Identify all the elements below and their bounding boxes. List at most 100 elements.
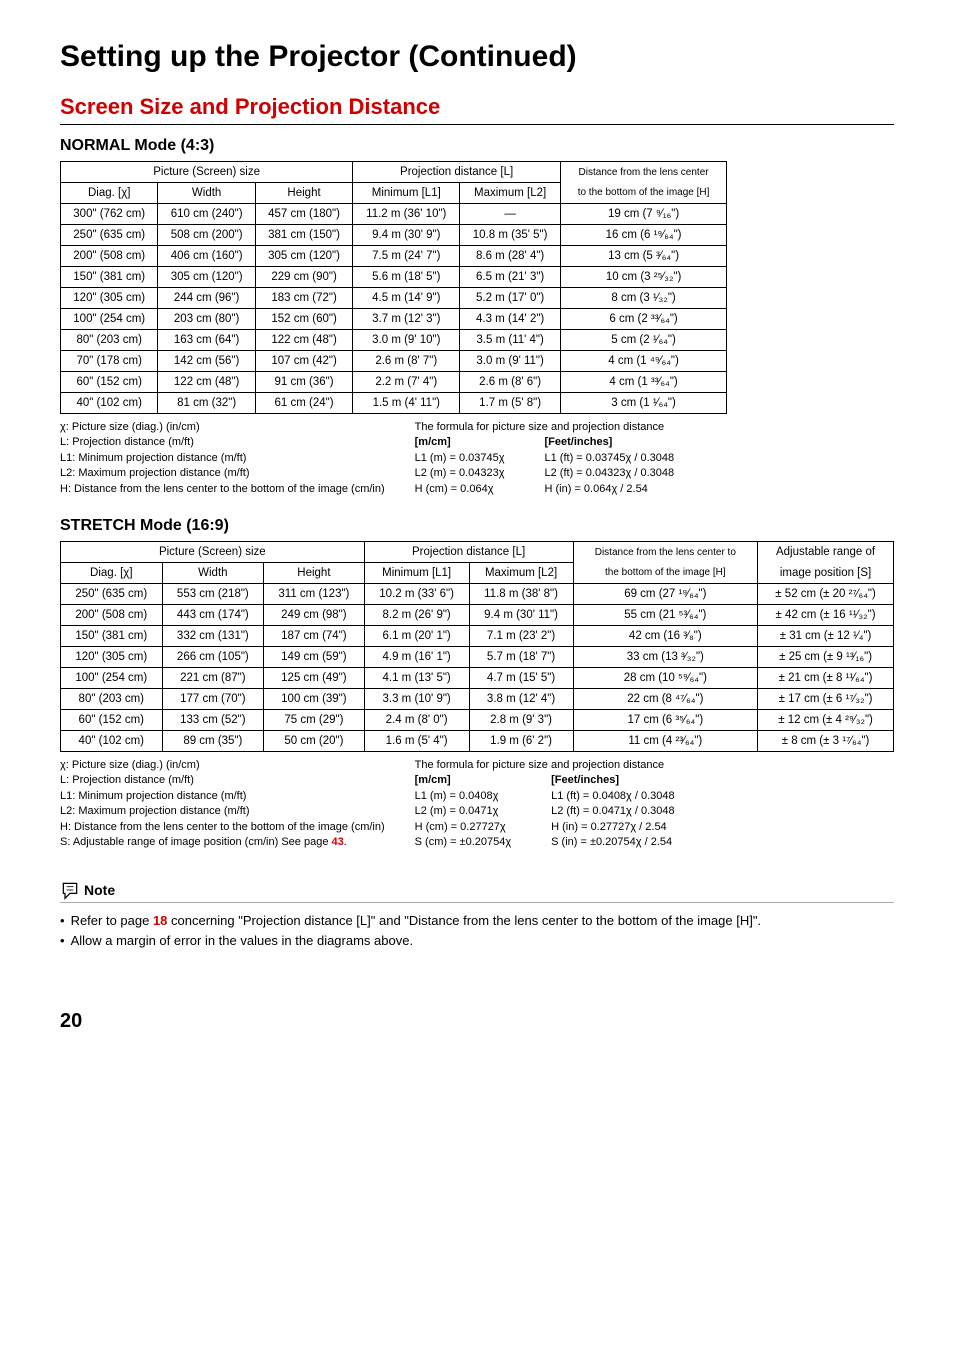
th2-diag: Diag. [χ]	[61, 562, 163, 583]
table-cell: 125 cm (49")	[264, 667, 365, 688]
legend-line: L1 (m) = 0.0408χ	[415, 789, 512, 804]
bullet-icon: •	[60, 931, 65, 951]
table-cell: 3 cm (1 ¹⁄₆₄")	[560, 393, 726, 414]
table-cell: 22 cm (8 ⁴⁷⁄₆₄")	[573, 688, 758, 709]
table-cell: 100" (254 cm)	[61, 309, 158, 330]
table-cell: ± 31 cm (± 12 ¹⁄₄")	[758, 625, 894, 646]
table-row: 200" (508 cm)443 cm (174")249 cm (98")8.…	[61, 604, 894, 625]
table-cell: 1.5 m (4' 11")	[353, 393, 460, 414]
table-cell: 4.3 m (14' 2")	[460, 309, 561, 330]
table-cell: 80" (203 cm)	[61, 330, 158, 351]
table-cell: 5.6 m (18' 5")	[353, 267, 460, 288]
legend-line: L: Projection distance (m/ft)	[60, 435, 385, 450]
table-cell: 443 cm (174")	[162, 604, 264, 625]
note-line2: Allow a margin of error in the values in…	[71, 931, 414, 951]
table-cell: 163 cm (64")	[158, 330, 255, 351]
table-cell: 17 cm (6 ³⁵⁄₆₄")	[573, 709, 758, 730]
table-cell: 33 cm (13 ³⁄₃₂")	[573, 646, 758, 667]
table-cell: 6 cm (2 ³³⁄₆₄")	[560, 309, 726, 330]
table-cell: 305 cm (120")	[158, 267, 255, 288]
table-row: 40" (102 cm)81 cm (32")61 cm (24")1.5 m …	[61, 393, 727, 414]
table-cell: 60" (152 cm)	[61, 709, 163, 730]
th-width: Width	[158, 183, 255, 204]
table-cell: 50 cm (20")	[264, 730, 365, 751]
table-cell: ± 12 cm (± 4 ²⁹⁄₃₂")	[758, 709, 894, 730]
table-cell: 70" (178 cm)	[61, 351, 158, 372]
table-cell: 8 cm (3 ¹⁄₃₂")	[560, 288, 726, 309]
table-cell: 100" (254 cm)	[61, 667, 163, 688]
table-cell: 5.2 m (17' 0")	[460, 288, 561, 309]
mode2-heading: STRETCH Mode (16:9)	[60, 517, 894, 535]
table-cell: 332 cm (131")	[162, 625, 264, 646]
legend-line: L: Projection distance (m/ft)	[60, 773, 385, 788]
legend-line: L1 (ft) = 0.03745χ / 0.3048	[545, 451, 675, 466]
table-cell: 266 cm (105")	[162, 646, 264, 667]
table-cell: 3.0 m (9' 10")	[353, 330, 460, 351]
table-cell: 11 cm (4 ²³⁄₆₄")	[573, 730, 758, 751]
legend-line: H: Distance from the lens center to the …	[60, 482, 385, 497]
bullet-icon: •	[60, 911, 65, 931]
legend-line: χ: Picture size (diag.) (in/cm)	[60, 758, 385, 773]
table-cell: 2.8 m (9' 3")	[469, 709, 573, 730]
table-cell: 150" (381 cm)	[61, 267, 158, 288]
th-bottom: to the bottom of the image [H]	[560, 183, 726, 204]
table-cell: 250" (635 cm)	[61, 225, 158, 246]
legend1: χ: Picture size (diag.) (in/cm)L: Projec…	[60, 420, 894, 497]
table-cell: 9.4 m (30' 9")	[353, 225, 460, 246]
legend-line: L1 (m) = 0.03745χ	[415, 451, 505, 466]
legend-line: S (cm) = ±0.20754χ	[415, 835, 512, 850]
th2-dist: Distance from the lens center to	[573, 541, 758, 562]
table-cell: 5.7 m (18' 7")	[469, 646, 573, 667]
table-cell: 4.9 m (16' 1")	[364, 646, 469, 667]
table-cell: 203 cm (80")	[158, 309, 255, 330]
note-line1: Refer to page 18 concerning "Projection …	[71, 911, 762, 931]
note-header: Note	[60, 880, 894, 900]
table-cell: 1.6 m (5' 4")	[364, 730, 469, 751]
table-cell: 305 cm (120")	[255, 246, 352, 267]
table-cell: 200" (508 cm)	[61, 604, 163, 625]
table-cell: 508 cm (200")	[158, 225, 255, 246]
th2-proj: Projection distance [L]	[364, 541, 573, 562]
table-cell: 142 cm (56")	[158, 351, 255, 372]
table-cell: 2.4 m (8' 0")	[364, 709, 469, 730]
table-cell: 2.6 m (8' 6")	[460, 372, 561, 393]
table-row: 250" (635 cm)553 cm (218")311 cm (123")1…	[61, 583, 894, 604]
table-cell: 150" (381 cm)	[61, 625, 163, 646]
legend-line: L2 (m) = 0.04323χ	[415, 466, 505, 481]
table-cell: 4.7 m (15' 5")	[469, 667, 573, 688]
table-cell: 311 cm (123")	[264, 583, 365, 604]
table-cell: 187 cm (74")	[264, 625, 365, 646]
legend-line: H (cm) = 0.27727χ	[415, 820, 512, 835]
legend-line: L1: Minimum projection distance (m/ft)	[60, 451, 385, 466]
table-row: 120" (305 cm)266 cm (105")149 cm (59")4.…	[61, 646, 894, 667]
table-cell: 1.9 m (6' 2")	[469, 730, 573, 751]
table-cell: 381 cm (150")	[255, 225, 352, 246]
table-cell: 10.2 m (33' 6")	[364, 583, 469, 604]
table-cell: 2.6 m (8' 7")	[353, 351, 460, 372]
legend-line: S: Adjustable range of image position (c…	[60, 835, 385, 850]
page-title: Setting up the Projector (Continued)	[60, 40, 894, 74]
table-cell: 406 cm (160")	[158, 246, 255, 267]
table-cell: 16 cm (6 ¹⁹⁄₆₄")	[560, 225, 726, 246]
table-row: 150" (381 cm)305 cm (120")229 cm (90")5.…	[61, 267, 727, 288]
table-cell: 457 cm (180")	[255, 204, 352, 225]
table-cell: 3.7 m (12' 3")	[353, 309, 460, 330]
th2-imgpos: image position [S]	[758, 562, 894, 583]
table-cell: 10 cm (3 ²⁵⁄₃₂")	[560, 267, 726, 288]
legend-line: H (in) = 0.064χ / 2.54	[545, 482, 675, 497]
table-cell: 120" (305 cm)	[61, 646, 163, 667]
table-cell: 229 cm (90")	[255, 267, 352, 288]
page-link-43[interactable]: 43	[332, 836, 344, 848]
table-row: 70" (178 cm)142 cm (56")107 cm (42")2.6 …	[61, 351, 727, 372]
table-cell: 122 cm (48")	[158, 372, 255, 393]
table-cell: 3.5 m (11' 4")	[460, 330, 561, 351]
legend-line: L2: Maximum projection distance (m/ft)	[60, 466, 385, 481]
th-min: Minimum [L1]	[353, 183, 460, 204]
table-cell: 2.2 m (7' 4")	[353, 372, 460, 393]
page-link-18[interactable]: 18	[153, 913, 167, 928]
table-cell: 244 cm (96")	[158, 288, 255, 309]
page-number: 20	[60, 1010, 894, 1033]
legend-line: L1 (ft) = 0.0408χ / 0.3048	[551, 789, 675, 804]
table-cell: 1.7 m (5' 8")	[460, 393, 561, 414]
table-cell: 4.5 m (14' 9")	[353, 288, 460, 309]
